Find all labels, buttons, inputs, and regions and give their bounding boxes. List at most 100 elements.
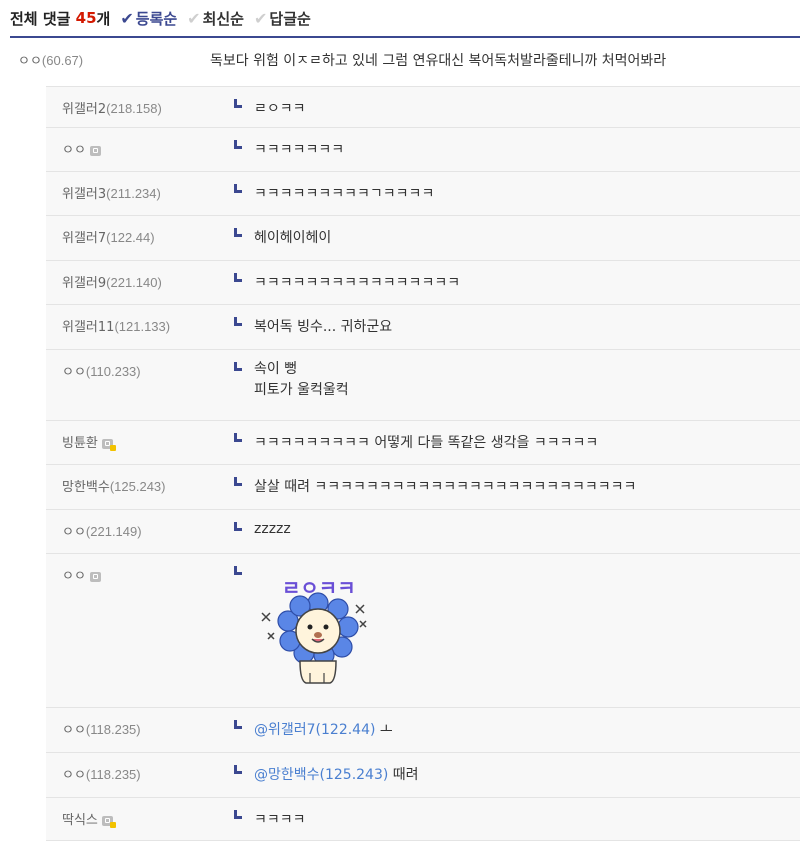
reply-text-line: 피토가 울컥울컥 [254,382,349,398]
author-ip: (118.235) [85,722,141,737]
reply-list: 위갤러2(218.158) ㄹㅇㅋㅋ ㅇㅇ ㅋㅋㅋㅋㅋㅋㅋ 위갤러3(211.2… [46,86,800,841]
reply-arrow-icon [234,477,242,486]
reply-row: 망한백수(125.243) 살살 때려 ㅋㅋㅋㅋㅋㅋㅋㅋㅋㅋㅋㅋㅋㅋㅋㅋㅋㅋㅋㅋ… [46,465,800,510]
author-ip: (110.233) [85,364,141,379]
reply-row: ㅇㅇ ㄹㅇㅋㅋ [46,554,800,708]
author-name: 위갤러2 [62,102,107,117]
reply-row: 위갤러3(211.234) ㅋㅋㅋㅋㅋㅋㅋㅋㅋㄱㅋㅋㅋㅋ [46,172,800,216]
reply-author[interactable]: 위갤러3(211.234) [46,183,234,202]
author-ip: (221.149) [85,524,142,539]
reply-arrow-icon [234,228,242,237]
reply-arrow-icon [234,720,242,729]
reply-author[interactable]: 딱식스 [46,809,234,828]
author-ip: (218.158) [106,101,162,116]
author-ip: (122.44) [106,230,155,245]
reply-row: 위갤러11(121.133) 복어독 빙수... 귀하군요 [46,305,800,350]
fixed-nick-icon [89,145,101,156]
reply-text: 때려 [392,767,419,783]
comment-header: 전체 댓글 45 개 ✔ 등록순 ✔ 최신순 ✔ 답글순 [0,0,800,36]
reply-arrow-icon [234,317,242,326]
author-ip: (221.140) [106,275,162,290]
author-name: ㅇㅇ [62,525,86,540]
reply-text: 헤이헤이헤이 [254,230,332,246]
reply-arrow-icon [234,140,242,149]
sort-latest-button[interactable]: ✔ 최신순 [187,8,244,29]
lion-sticker-image: ㄹㅇㅋㅋ [252,575,382,687]
main-comment: ㅇㅇ(60.67) 독보다 위험 이ㅈㄹ하고 있네 그럼 연유대신 복어독처발라… [0,38,800,86]
sort-latest-label: 최신순 [202,9,244,28]
reply-author[interactable]: ㅇㅇ [46,565,234,584]
reply-arrow-icon [234,362,242,371]
reply-text: ㅋㅋㅋㅋㅋㅋㅋㅋㅋㄱㅋㅋㅋㅋ [254,186,435,202]
reply-arrow-icon [234,522,242,531]
comment-author[interactable]: ㅇㅇ(60.67) [0,50,210,69]
author-name: 위갤러11 [62,320,115,335]
reply-author[interactable]: ㅇㅇ(118.235) [46,764,234,783]
reply-row: ㅇㅇ(118.235) @망한백수(125.243) 때려 [46,753,800,798]
reply-author[interactable]: ㅇㅇ(110.233) [46,361,234,380]
reply-text: ㅋㅋㅋㅋㅋㅋㅋㅋㅋ 어떻게 다들 똑같은 생각을 ㅋㅋㅋㅋㅋ [254,435,599,451]
author-name: 망한백수 [62,480,110,495]
reply-author[interactable]: 빙튠환 [46,432,234,451]
reply-arrow-icon [234,765,242,774]
reply-row: 딱식스 ㅋㅋㅋㅋ [46,798,800,841]
reply-author[interactable]: 위갤러11(121.133) [46,316,234,335]
author-name: 빙튠환 [62,436,98,451]
reply-row: 위갤러2(218.158) ㄹㅇㅋㅋ [46,87,800,128]
reply-arrow-icon [234,184,242,193]
mention-link[interactable]: @위갤러7(122.44) [254,719,375,739]
sort-registered-button[interactable]: ✔ 등록순 [120,8,177,29]
reply-row: ㅇㅇ ㅋㅋㅋㅋㅋㅋㅋ [46,128,800,172]
reply-text: ㄹㅇㅋㅋ [254,101,306,117]
reply-text: 살살 때려 ㅋㅋㅋㅋㅋㅋㅋㅋㅋㅋㅋㅋㅋㅋㅋㅋㅋㅋㅋㅋㅋㅋㅋㅋㅋ [254,479,637,495]
reply-row: ㅇㅇ(118.235) @위갤러7(122.44) ㅗ [46,708,800,753]
reply-text: ㅋㅋㅋㅋ [254,812,306,828]
author-name: ㅇㅇ [62,143,86,158]
reply-author[interactable]: ㅇㅇ [46,139,234,158]
sort-replies-button[interactable]: ✔ 답글순 [254,8,311,29]
author-name: ㅇㅇ [62,365,86,380]
reply-text: ㅗ [379,722,393,738]
reply-arrow-icon [234,566,242,575]
check-icon: ✔ [120,8,134,28]
reply-author[interactable]: ㅇㅇ(118.235) [46,719,234,738]
comment-count: 45 [75,9,97,27]
reply-author[interactable]: 위갤러2(218.158) [46,98,234,117]
comment-header-title: 전체 댓글 [10,9,71,28]
reply-row: 위갤러9(221.140) ㅋㅋㅋㅋㅋㅋㅋㅋㅋㅋㅋㅋㅋㅋㅋㅋ [46,261,800,305]
author-name: ㅇㅇ [62,569,86,584]
reply-text: ㅋㅋㅋㅋㅋㅋㅋㅋㅋㅋㅋㅋㅋㅋㅋㅋ [254,275,461,291]
check-icon: ✔ [187,8,201,28]
comment-text: 독보다 위험 이ㅈㄹ하고 있네 그럼 연유대신 복어독처발라줄테니까 처먹어봐라 [210,53,667,69]
reply-arrow-icon [234,810,242,819]
reply-arrow-icon [234,433,242,442]
reply-text: 복어독 빙수... 귀하군요 [254,319,393,335]
author-name: ㅇㅇ [62,768,86,783]
reply-row: ㅇㅇ(221.149) zzzzz [46,510,800,554]
author-name: 위갤러9 [62,276,107,291]
mention-link[interactable]: @망한백수(125.243) [254,764,388,784]
author-ip: (121.133) [114,319,171,334]
fixed-nick-gold-icon [101,815,116,828]
sort-registered-label: 등록순 [135,9,178,28]
reply-author[interactable]: 망한백수(125.243) [46,476,234,495]
check-icon: ✔ [253,8,268,28]
reply-row: 위갤러7(122.44) 헤이헤이헤이 [46,216,800,261]
fixed-nick-icon [89,571,101,582]
reply-text: zzzzz [254,521,291,537]
author-name: 위갤러7 [62,231,107,246]
reply-author[interactable]: ㅇㅇ(221.149) [46,521,234,540]
fixed-nick-gold-icon [101,438,116,451]
author-ip: (118.235) [85,767,141,782]
author-name: ㅇㅇ [62,723,86,738]
reply-author[interactable]: 위갤러9(221.140) [46,272,234,291]
author-ip: (211.234) [106,186,161,201]
reply-author[interactable]: 위갤러7(122.44) [46,227,234,246]
sort-replies-label: 답글순 [269,9,311,28]
author-name: ㅇㅇ [18,54,42,69]
reply-row: ㅇㅇ(110.233) 속이 뻥 피토가 울컥울컥 [46,350,800,421]
author-ip: (60.67) [41,53,84,68]
reply-row: 빙튠환 ㅋㅋㅋㅋㅋㅋㅋㅋㅋ 어떻게 다들 똑같은 생각을 ㅋㅋㅋㅋㅋ [46,421,800,465]
author-name: 위갤러3 [62,187,107,202]
author-ip: (125.243) [109,479,166,494]
